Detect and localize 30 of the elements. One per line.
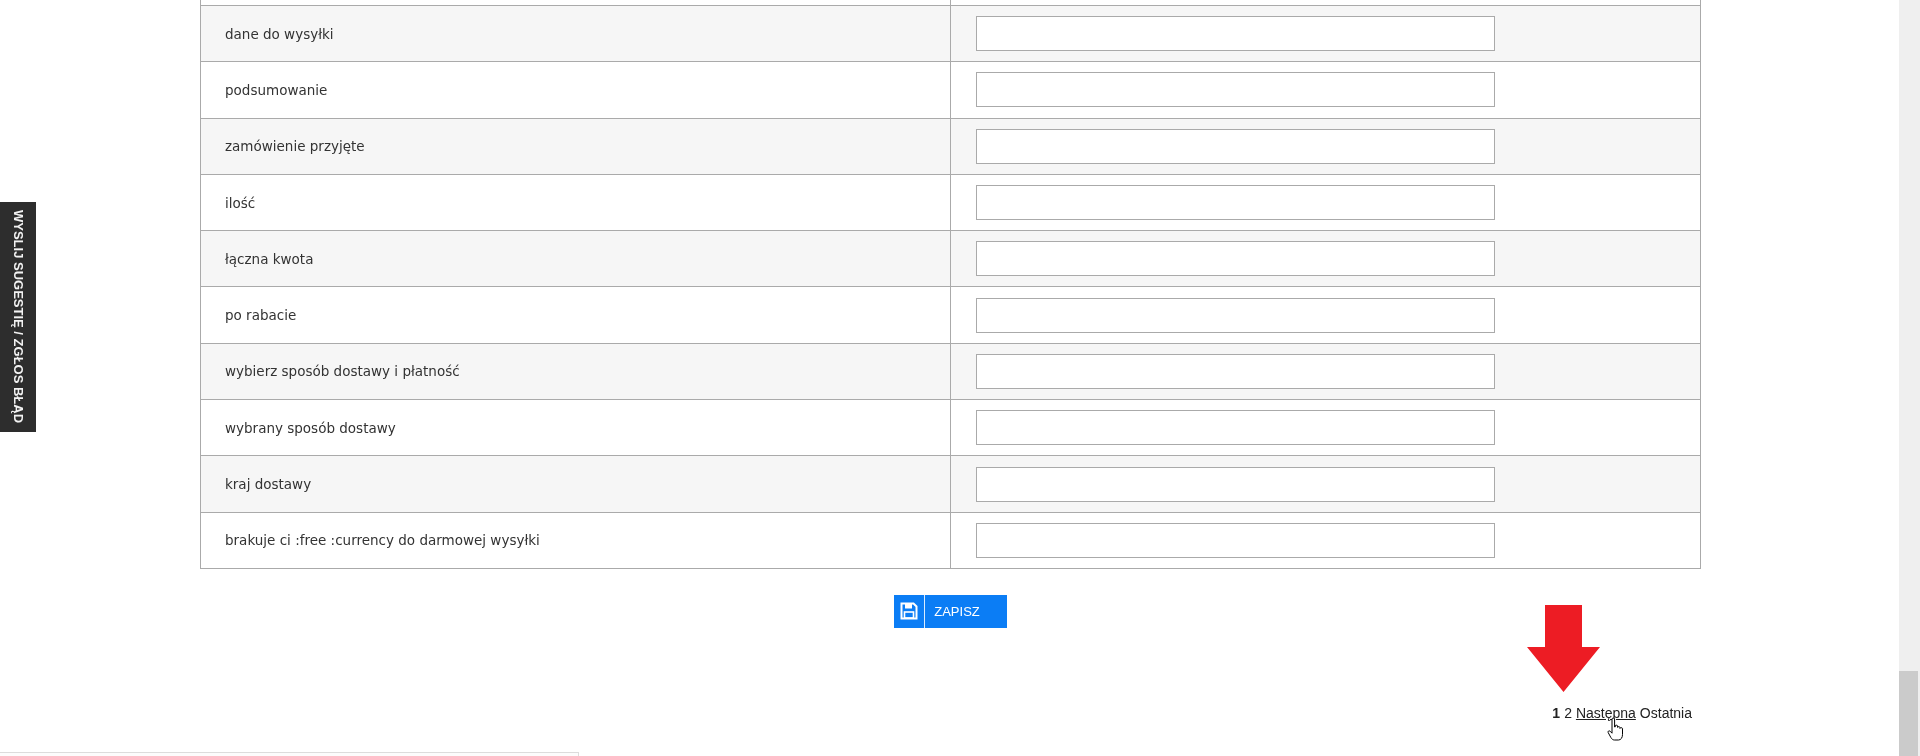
- field-label: ilość: [225, 194, 256, 211]
- field-label: podsumowanie: [225, 81, 328, 98]
- input-field[interactable]: [976, 241, 1495, 277]
- field-label: brakuje ci :free :currency do darmowej wysyłki: [225, 532, 540, 549]
- down-arrow-icon: [1527, 604, 1601, 692]
- field-label: zamówienie przyjęte: [225, 138, 365, 155]
- page-link[interactable]: 2: [1564, 702, 1572, 723]
- scrollbar-thumb[interactable]: [1899, 671, 1918, 756]
- field-label: wybierz sposób dostawy i płatność: [225, 363, 460, 380]
- input-field[interactable]: [976, 128, 1495, 164]
- save-icon: [900, 602, 919, 621]
- input-field[interactable]: [976, 297, 1495, 333]
- page-link[interactable]: 1: [1552, 702, 1561, 723]
- field-label: dane do wysyłki: [225, 25, 334, 42]
- input-field[interactable]: [976, 522, 1495, 558]
- field-label: łączna kwota: [225, 250, 314, 267]
- field-label: po rabacie: [225, 307, 297, 324]
- scrollbar-track[interactable]: [1899, 0, 1920, 756]
- field-label: kraj dostawy: [225, 476, 312, 492]
- input-field[interactable]: [976, 466, 1495, 502]
- field-label: wybrany sposób dostawy: [225, 419, 396, 436]
- input-field[interactable]: [976, 410, 1495, 446]
- input-field[interactable]: [976, 353, 1495, 389]
- save-button[interactable]: ZAPISZ: [894, 594, 1007, 628]
- last-page-link[interactable]: Ostatnia: [1639, 704, 1692, 721]
- input-field[interactable]: [976, 185, 1495, 221]
- feedback-tab[interactable]: WYSLIJ SUGESTIĘ / ZGŁOS BŁĄD: [0, 202, 36, 432]
- input-field[interactable]: [976, 16, 1495, 52]
- input-field[interactable]: [976, 72, 1495, 108]
- next-page-link[interactable]: Następna: [1575, 704, 1636, 721]
